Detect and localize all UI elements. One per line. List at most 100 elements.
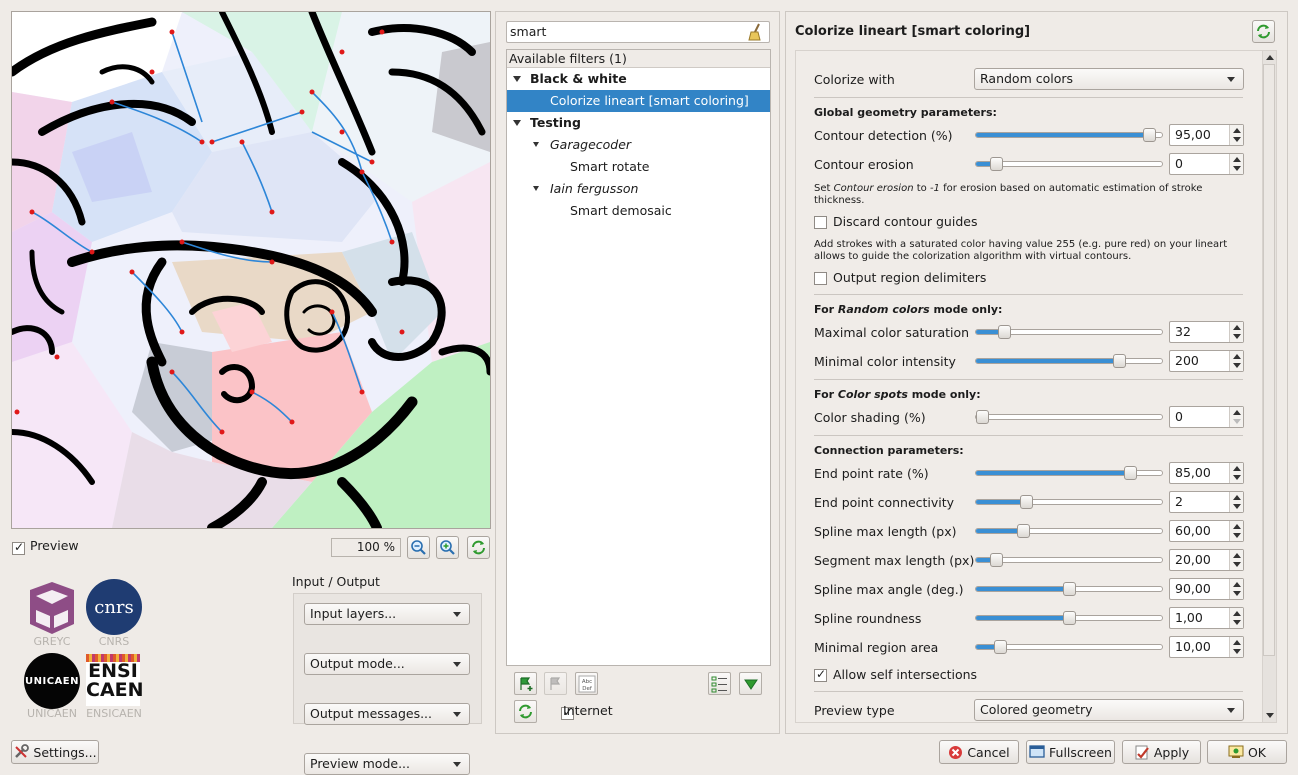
tree-author-garagecoder[interactable]: Garagecoder	[507, 134, 770, 156]
tree-filter-smart-demosaic[interactable]: Smart demosaic	[507, 200, 770, 222]
clear-search-button[interactable]	[747, 23, 763, 47]
spin-arrows-icon[interactable]	[1229, 463, 1243, 483]
tree-filter-label: Colorize lineart [smart coloring]	[550, 93, 749, 108]
max-saturation-slider[interactable]	[975, 325, 1163, 339]
spline-max-angle-spinbox[interactable]: 90,00	[1169, 578, 1244, 600]
preview-image	[12, 12, 490, 528]
color-shading-slider[interactable]	[975, 410, 1163, 424]
spline-max-length-slider[interactable]	[975, 524, 1163, 538]
input-layers-select[interactable]: Input layers...	[304, 603, 470, 625]
end-point-rate-value: 85,00	[1175, 465, 1211, 480]
spline-roundness-slider[interactable]	[975, 611, 1163, 625]
spline-roundness-spinbox[interactable]: 1,00	[1169, 607, 1244, 629]
zoom-out-button[interactable]	[407, 536, 430, 559]
ensicaen-logo: ENSI CAEN	[86, 654, 144, 706]
tree-author-iain-fergusson[interactable]: Iain fergusson	[507, 178, 770, 200]
ok-label: OK	[1247, 744, 1267, 760]
expand-arrow-icon[interactable]	[533, 186, 539, 191]
settings-button[interactable]: Settings...	[11, 740, 99, 764]
tree-filter-label: Smart demosaic	[570, 203, 672, 218]
spin-arrows-icon[interactable]	[1229, 579, 1243, 599]
expand-arrow-icon[interactable]	[533, 142, 539, 147]
filter-search-input[interactable]: smart	[506, 21, 770, 43]
scroll-up-arrow-icon[interactable]	[1266, 55, 1274, 60]
min-intensity-spinbox[interactable]: 200	[1169, 350, 1244, 372]
settings-tools-icon	[15, 744, 30, 758]
spin-arrows-icon[interactable]	[1229, 492, 1243, 512]
output-messages-select[interactable]: Output messages...	[304, 703, 470, 725]
tree-filter-colorize-lineart[interactable]: Colorize lineart [smart coloring]	[507, 90, 770, 112]
spin-arrows-icon[interactable]	[1229, 407, 1243, 427]
expand-arrow-icon[interactable]	[513, 120, 521, 126]
end-point-rate-slider[interactable]	[975, 466, 1163, 480]
add-favorite-button[interactable]	[514, 672, 537, 695]
spin-arrows-icon[interactable]	[1229, 125, 1243, 145]
preview-canvas[interactable]	[11, 11, 491, 529]
end-point-rate-label: End point rate (%)	[814, 466, 929, 481]
end-point-rate-spinbox[interactable]: 85,00	[1169, 462, 1244, 484]
apply-button[interactable]: Apply	[1122, 740, 1201, 764]
segment-max-length-slider[interactable]	[975, 553, 1163, 567]
rename-icon-text-2: Def	[582, 686, 593, 692]
min-intensity-slider[interactable]	[975, 354, 1163, 368]
checklist-icon	[711, 676, 727, 692]
arrow-down-icon	[743, 679, 758, 690]
rename-abc-icon: Abc Def	[578, 675, 595, 692]
contour-erosion-spinbox[interactable]: 0	[1169, 153, 1244, 175]
zoom-in-button[interactable]	[436, 536, 459, 559]
zoom-level: 100 %	[331, 538, 401, 557]
refresh-preview-button[interactable]	[467, 536, 490, 559]
spin-arrows-icon[interactable]	[1229, 637, 1243, 657]
fullscreen-button[interactable]: Fullscreen	[1026, 740, 1115, 764]
reset-parameters-button[interactable]	[1252, 20, 1275, 43]
rename-icon-text-1: Abc	[581, 679, 591, 685]
spin-arrows-icon[interactable]	[1229, 154, 1243, 174]
output-mode-select[interactable]: Output mode...	[304, 653, 470, 675]
preview-type-select[interactable]: Colored geometry	[974, 699, 1244, 721]
ok-button[interactable]: OK	[1207, 740, 1287, 764]
min-region-area-slider[interactable]	[975, 640, 1163, 654]
zoom-in-icon	[440, 540, 455, 555]
scrollbar-thumb[interactable]	[1263, 64, 1275, 656]
preview-mode-select[interactable]: Preview mode...	[304, 753, 470, 775]
rename-favorite-button[interactable]: Abc Def	[575, 672, 598, 695]
tree-filter-smart-rotate[interactable]: Smart rotate	[507, 156, 770, 178]
end-point-connectivity-spinbox[interactable]: 2	[1169, 491, 1244, 513]
tree-category-label: Testing	[530, 115, 581, 130]
spin-arrows-icon[interactable]	[1229, 521, 1243, 541]
max-saturation-spinbox[interactable]: 32	[1169, 321, 1244, 343]
spin-arrows-icon[interactable]	[1229, 322, 1243, 342]
ok-icon	[1228, 745, 1244, 758]
discard-contour-guides-checkbox[interactable]	[814, 216, 827, 229]
end-point-connectivity-slider[interactable]	[975, 495, 1163, 509]
update-filters-button[interactable]	[514, 700, 537, 723]
end-point-connectivity-value: 2	[1175, 494, 1183, 509]
cancel-icon	[949, 745, 963, 759]
contour-detection-spinbox[interactable]: 95,00	[1169, 124, 1244, 146]
refresh-icon	[472, 540, 485, 555]
remove-favorite-button[interactable]	[544, 672, 567, 695]
expand-arrow-icon[interactable]	[513, 76, 521, 82]
zoom-out-icon	[411, 540, 426, 555]
spline-max-angle-slider[interactable]	[975, 582, 1163, 596]
preview-checkbox[interactable]	[12, 540, 25, 555]
select-filters-button[interactable]	[708, 672, 731, 695]
min-region-area-spinbox[interactable]: 10,00	[1169, 636, 1244, 658]
cancel-button[interactable]: Cancel	[939, 740, 1019, 764]
contour-detection-slider[interactable]	[975, 128, 1163, 142]
contour-erosion-slider[interactable]	[975, 157, 1163, 171]
allow-self-intersections-checkbox[interactable]	[814, 667, 827, 682]
filter-tree[interactable]: Available filters (1) Black & white Colo…	[506, 49, 771, 666]
scroll-down-arrow-icon[interactable]	[1266, 713, 1274, 718]
spin-arrows-icon[interactable]	[1229, 351, 1243, 371]
spin-arrows-icon[interactable]	[1229, 608, 1243, 628]
segment-max-length-spinbox[interactable]: 20,00	[1169, 549, 1244, 571]
tree-category-black-white[interactable]: Black & white	[507, 68, 770, 90]
tree-category-testing[interactable]: Testing	[507, 112, 770, 134]
spin-arrows-icon[interactable]	[1229, 550, 1243, 570]
spline-max-length-spinbox[interactable]: 60,00	[1169, 520, 1244, 542]
color-shading-spinbox[interactable]: 0	[1169, 406, 1244, 428]
expand-collapse-button[interactable]	[739, 672, 762, 695]
output-region-delimiters-checkbox[interactable]	[814, 272, 827, 285]
colorize-with-select[interactable]: Random colors	[974, 68, 1244, 90]
